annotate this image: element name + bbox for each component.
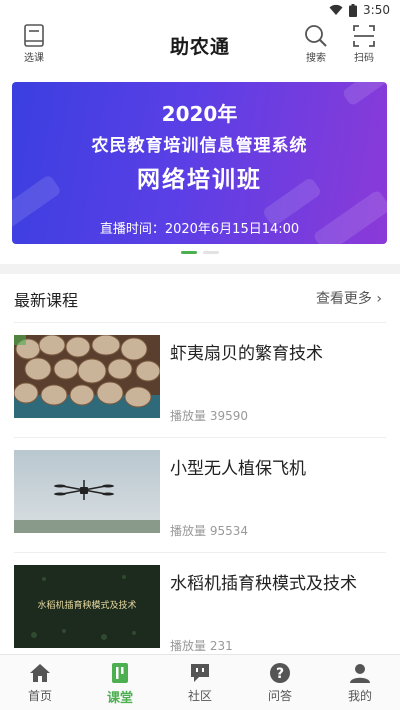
search-icon	[296, 24, 336, 48]
search-label: 搜索	[306, 53, 326, 64]
course-title: 小型无人植保飞机	[170, 459, 306, 479]
status-bar: 3:50	[0, 0, 400, 22]
course-view-count: 播放量 231	[170, 639, 233, 653]
home-icon	[0, 662, 80, 684]
tab-home[interactable]: 首页	[0, 655, 80, 710]
status-time: 3:50	[363, 3, 390, 17]
course-thumbnail-drone	[14, 450, 160, 533]
thumbnail-caption: 水稻机插育秧模式及技术	[37, 601, 137, 611]
course-title: 虾夷扇贝的繁育技术	[170, 344, 323, 364]
carousel-dot-active[interactable]	[181, 251, 197, 254]
bottom-tab-bar: 首页 课堂 社区 ? 问答 我的	[0, 654, 400, 710]
tab-profile[interactable]: 我的	[320, 655, 400, 710]
user-icon	[320, 662, 400, 684]
course-item[interactable]: 虾夷扇贝的繁育技术 播放量 39590	[14, 322, 386, 437]
wifi-icon	[329, 4, 343, 16]
section-divider	[0, 264, 400, 274]
app-header: 选课 助农通 搜索 扫码	[0, 22, 400, 70]
course-thumbnail-rice: 水稻机插育秧模式及技术	[14, 565, 160, 648]
battery-icon	[349, 3, 358, 17]
scan-icon	[344, 24, 384, 48]
search-button[interactable]: 搜索	[296, 24, 336, 64]
tab-label: 首页	[27, 689, 52, 703]
tab-classroom[interactable]: 课堂	[80, 655, 160, 710]
course-item[interactable]: 小型无人植保飞机 播放量 95534	[14, 437, 386, 552]
community-icon	[160, 662, 240, 684]
carousel-indicator	[0, 251, 400, 254]
tab-label: 我的	[347, 689, 372, 703]
tab-label: 课堂	[106, 691, 133, 706]
course-item[interactable]: 水稻机插育秧模式及技术 水稻机插育秧模式及技术 播放量 231	[14, 552, 386, 667]
section-title: 最新课程	[14, 291, 79, 310]
tab-label: 社区	[187, 689, 212, 703]
tab-qa[interactable]: ? 问答	[240, 655, 320, 710]
svg-text:?: ?	[276, 666, 284, 682]
classroom-icon	[80, 662, 160, 684]
question-icon: ?	[240, 662, 320, 684]
scan-button[interactable]: 扫码	[344, 24, 384, 64]
course-view-count: 播放量 95534	[170, 524, 248, 538]
tab-community[interactable]: 社区	[160, 655, 240, 710]
banner-broadcast-time: 直播时间：2020年6月15日14:00	[99, 222, 300, 237]
course-view-count: 播放量 39590	[170, 409, 248, 423]
promo-banner[interactable]: 2020年 农民教育培训信息管理系统 网络培训班 直播时间：2020年6月15日…	[12, 82, 387, 244]
banner-subheadline: 网络培训班	[137, 167, 262, 193]
scan-label: 扫码	[354, 53, 374, 64]
view-more-link[interactable]: 查看更多 ›	[316, 288, 382, 308]
course-title: 水稻机插育秧模式及技术	[170, 574, 357, 594]
course-list: 虾夷扇贝的繁育技术 播放量 39590 小型无人植保飞机 播放量 95534 水…	[0, 322, 400, 667]
course-thumbnail-scallops	[14, 335, 160, 418]
banner-headline: 农民教育培训信息管理系统	[91, 136, 308, 156]
carousel-dot[interactable]	[203, 251, 219, 254]
page-title: 助农通	[169, 36, 230, 58]
tab-label: 问答	[267, 689, 292, 703]
banner-year: 2020年	[161, 102, 238, 126]
